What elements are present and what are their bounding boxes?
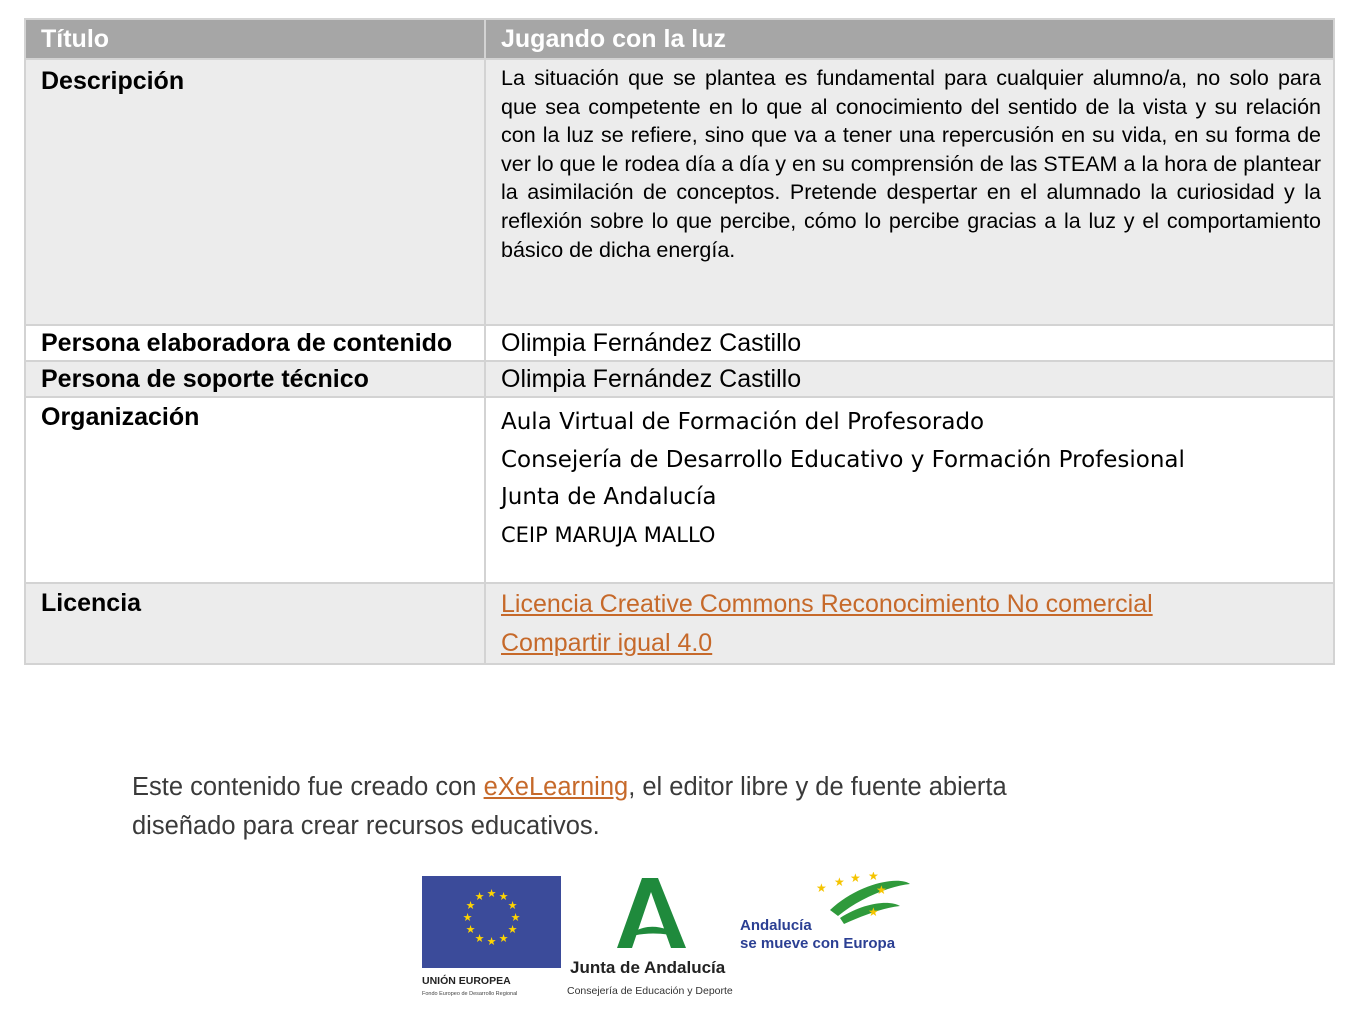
svg-text:★: ★ xyxy=(868,872,879,883)
eu-subtitle: Fondo Europeo de Desarrollo Regional xyxy=(422,991,517,997)
organization-line: CEIP MARUJA MALLO xyxy=(501,522,716,547)
svg-text:★: ★ xyxy=(876,883,887,897)
svg-text:★: ★ xyxy=(475,890,485,903)
title-row: Título Jugando con la luz xyxy=(24,18,1335,60)
svg-text:★: ★ xyxy=(850,872,861,885)
license-value: Licencia Creative Commons Reconocimiento… xyxy=(484,582,1335,665)
license-link[interactable]: Licencia Creative Commons Reconocimiento… xyxy=(501,590,1153,657)
organization-line: Aula Virtual de Formación del Profesorad… xyxy=(501,409,985,435)
svg-text:★: ★ xyxy=(487,887,497,900)
license-row: Licencia Licencia Creative Commons Recon… xyxy=(24,582,1335,665)
svg-text:★: ★ xyxy=(816,881,827,895)
eu-title: UNIÓN EUROPEA xyxy=(422,974,511,987)
title-value: Jugando con la luz xyxy=(484,18,1335,60)
andalucia-line1: Andalucía xyxy=(740,917,812,934)
metadata-table: Título Jugando con la luz Descripción La… xyxy=(24,18,1335,665)
author-value: Olimpia Fernández Castillo xyxy=(484,324,1335,362)
author-row: Persona elaboradora de contenido Olimpia… xyxy=(24,324,1335,362)
svg-text:★: ★ xyxy=(508,923,518,936)
junta-title: Junta de Andalucía xyxy=(570,958,726,977)
junta-andalucia-logo-icon xyxy=(617,878,686,948)
organization-row: Organización Aula Virtual de Formación d… xyxy=(24,396,1335,584)
svg-text:★: ★ xyxy=(487,935,497,948)
junta-subtitle: Consejería de Educación y Deporte xyxy=(567,985,733,997)
svg-text:★: ★ xyxy=(463,911,473,924)
organization-line: Consejería de Desarrollo Educativo y For… xyxy=(501,446,1185,473)
footer-credit: Este contenido fue creado con eXeLearnin… xyxy=(132,773,1007,840)
organization-value: Aula Virtual de Formación del Profesorad… xyxy=(484,396,1335,584)
exelearning-link[interactable]: eXeLearning xyxy=(484,773,629,801)
svg-text:★: ★ xyxy=(834,875,845,889)
organization-line: Junta de Andalucía xyxy=(501,484,717,510)
title-key: Título xyxy=(24,18,486,60)
description-key: Descripción xyxy=(24,58,486,326)
description-value: La situación que se plantea es fundament… xyxy=(484,58,1335,326)
license-key: Licencia xyxy=(24,582,486,665)
funding-logos: ★ ★ ★ ★ ★ ★ ★ ★ ★ ★ ★ ★ UNIÓN EUROPEA Fo… xyxy=(422,872,910,997)
description-row: Descripción La situación que se plantea … xyxy=(24,58,1335,326)
author-key: Persona elaboradora de contenido xyxy=(24,324,486,362)
support-row: Persona de soporte técnico Olimpia Ferná… xyxy=(24,360,1335,398)
eu-flag-icon: ★ ★ ★ ★ ★ ★ ★ ★ ★ ★ ★ ★ xyxy=(422,876,561,968)
svg-text:★: ★ xyxy=(499,932,509,945)
support-key: Persona de soporte técnico xyxy=(24,360,486,398)
support-value: Olimpia Fernández Castillo xyxy=(484,360,1335,398)
svg-text:★: ★ xyxy=(475,932,485,945)
andalucia-europa-logo-icon: ★ ★ ★ ★ ★ ★ xyxy=(816,872,910,924)
organization-key: Organización xyxy=(24,396,486,584)
andalucia-line2: se mueve con Europa xyxy=(740,935,896,952)
svg-text:★: ★ xyxy=(466,923,476,936)
svg-text:★: ★ xyxy=(868,905,879,919)
